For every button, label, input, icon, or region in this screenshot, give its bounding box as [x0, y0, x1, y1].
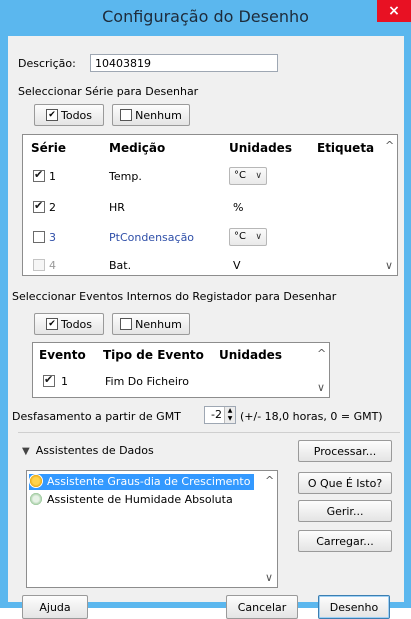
- checkbox-checked-icon: ✔: [45, 318, 58, 330]
- description-input[interactable]: 10403819: [90, 54, 278, 72]
- draw-button[interactable]: Desenho: [318, 595, 390, 619]
- events-all-button[interactable]: ✔ Todos: [34, 313, 104, 335]
- events-none-label: Nenhum: [135, 317, 182, 331]
- series-checkbox: [33, 259, 45, 271]
- help-button[interactable]: Ajuda: [22, 595, 88, 619]
- scroll-down-icon[interactable]: ∨: [317, 381, 325, 394]
- events-none-button[interactable]: Nenhum: [112, 313, 190, 335]
- series-checkbox[interactable]: [33, 168, 45, 182]
- series-none-label: Nenhum: [135, 108, 182, 122]
- unit-dropdown[interactable]: °C ∨: [229, 167, 267, 185]
- events-col-tipo: Tipo de Evento: [103, 348, 204, 362]
- assistants-toggle[interactable]: ▼ Assistentes de Dados: [22, 444, 154, 457]
- events-section-heading: Seleccionar Eventos Internos do Registad…: [12, 290, 337, 303]
- series-checkbox[interactable]: [33, 231, 45, 243]
- close-button[interactable]: ×: [377, 0, 411, 22]
- description-label: Descrição:: [18, 57, 76, 70]
- triangle-down-icon: ▼: [22, 446, 30, 457]
- manage-button[interactable]: Gerir...: [298, 500, 392, 522]
- gmt-label: Desfasamento a partir de GMT: [12, 410, 181, 423]
- series-measure: HR: [109, 201, 125, 214]
- chevron-down-icon: ∨: [255, 232, 262, 242]
- cancel-button[interactable]: Cancelar: [226, 595, 298, 619]
- series-num: 4: [49, 259, 56, 272]
- series-measure: PtCondensação: [109, 231, 195, 244]
- series-measure: Temp.: [109, 170, 142, 183]
- dialog-window: Configuração do Desenho × Descrição: 104…: [0, 0, 411, 619]
- assistants-list: Assistente Graus-dia de Crescimento Assi…: [26, 470, 278, 588]
- unit-value: %: [233, 201, 244, 214]
- series-num: 3: [49, 231, 56, 244]
- spin-up-icon[interactable]: ▲: [224, 407, 235, 415]
- scroll-up-icon[interactable]: ^: [317, 347, 326, 360]
- events-table: Evento Tipo de Evento Unidades ^ 1 Fim D…: [32, 342, 330, 398]
- scroll-down-icon[interactable]: ∨: [385, 259, 393, 272]
- assistants-heading: Assistentes de Dados: [35, 444, 154, 457]
- series-all-label: Todos: [60, 108, 93, 122]
- checkbox-empty-icon: [120, 318, 133, 330]
- wizard-icon: [29, 492, 43, 506]
- event-num: 1: [61, 375, 68, 388]
- checkbox-empty-icon: [120, 109, 133, 121]
- process-button[interactable]: Processar...: [298, 440, 392, 462]
- series-num: 1: [49, 170, 56, 183]
- series-num: 2: [49, 201, 56, 214]
- scroll-up-icon[interactable]: ^: [265, 474, 274, 487]
- unit-value: °C: [234, 231, 246, 242]
- wizard-icon: [29, 474, 43, 488]
- assistant-label: Assistente Graus-dia de Crescimento: [47, 475, 251, 488]
- checkbox-checked-icon: ✔: [45, 109, 58, 121]
- what-is-this-button[interactable]: O Que É Isto?: [298, 472, 392, 494]
- dialog-client: Descrição: 10403819 Seleccionar Série pa…: [8, 36, 404, 619]
- assistant-label: Assistente de Humidade Absoluta: [47, 493, 233, 506]
- scroll-up-icon[interactable]: ^: [385, 139, 394, 152]
- series-all-button[interactable]: ✔ Todos: [34, 104, 104, 126]
- events-col-evento: Evento: [39, 348, 86, 362]
- title-bar[interactable]: Configuração do Desenho ×: [0, 0, 411, 36]
- unit-value: V: [233, 259, 241, 272]
- series-col-etiqueta: Etiqueta: [317, 141, 375, 155]
- gmt-value: -2: [211, 408, 222, 421]
- gmt-spinner[interactable]: -2 ▲ ▼: [204, 406, 236, 424]
- chevron-down-icon: ∨: [255, 171, 262, 181]
- events-all-label: Todos: [60, 317, 93, 331]
- gmt-hint: (+/- 18,0 horas, 0 = GMT): [240, 410, 383, 423]
- event-checkbox[interactable]: [43, 373, 55, 387]
- window-title: Configuração do Desenho: [102, 7, 309, 26]
- unit-dropdown[interactable]: °C ∨: [229, 228, 267, 246]
- spin-down-icon[interactable]: ▼: [224, 415, 235, 423]
- series-none-button[interactable]: Nenhum: [112, 104, 190, 126]
- series-col-unidades: Unidades: [229, 141, 292, 155]
- series-measure: Bat.: [109, 259, 132, 272]
- events-col-unidades: Unidades: [219, 348, 282, 362]
- series-checkbox[interactable]: [33, 199, 45, 213]
- event-type: Fim Do Ficheiro: [105, 375, 189, 388]
- load-button[interactable]: Carregar...: [298, 530, 392, 552]
- series-table: Série Medição Unidades Etiqueta ^ 1 Temp…: [22, 134, 398, 276]
- divider: [18, 432, 400, 433]
- list-item[interactable]: Assistente de Humidade Absoluta: [29, 492, 237, 508]
- series-col-serie: Série: [31, 141, 66, 155]
- series-col-medicao: Medição: [109, 141, 166, 155]
- list-item[interactable]: Assistente Graus-dia de Crescimento: [29, 474, 255, 490]
- series-section-heading: Seleccionar Série para Desenhar: [18, 85, 199, 98]
- unit-value: °C: [234, 170, 246, 181]
- scroll-down-icon[interactable]: ∨: [265, 571, 273, 584]
